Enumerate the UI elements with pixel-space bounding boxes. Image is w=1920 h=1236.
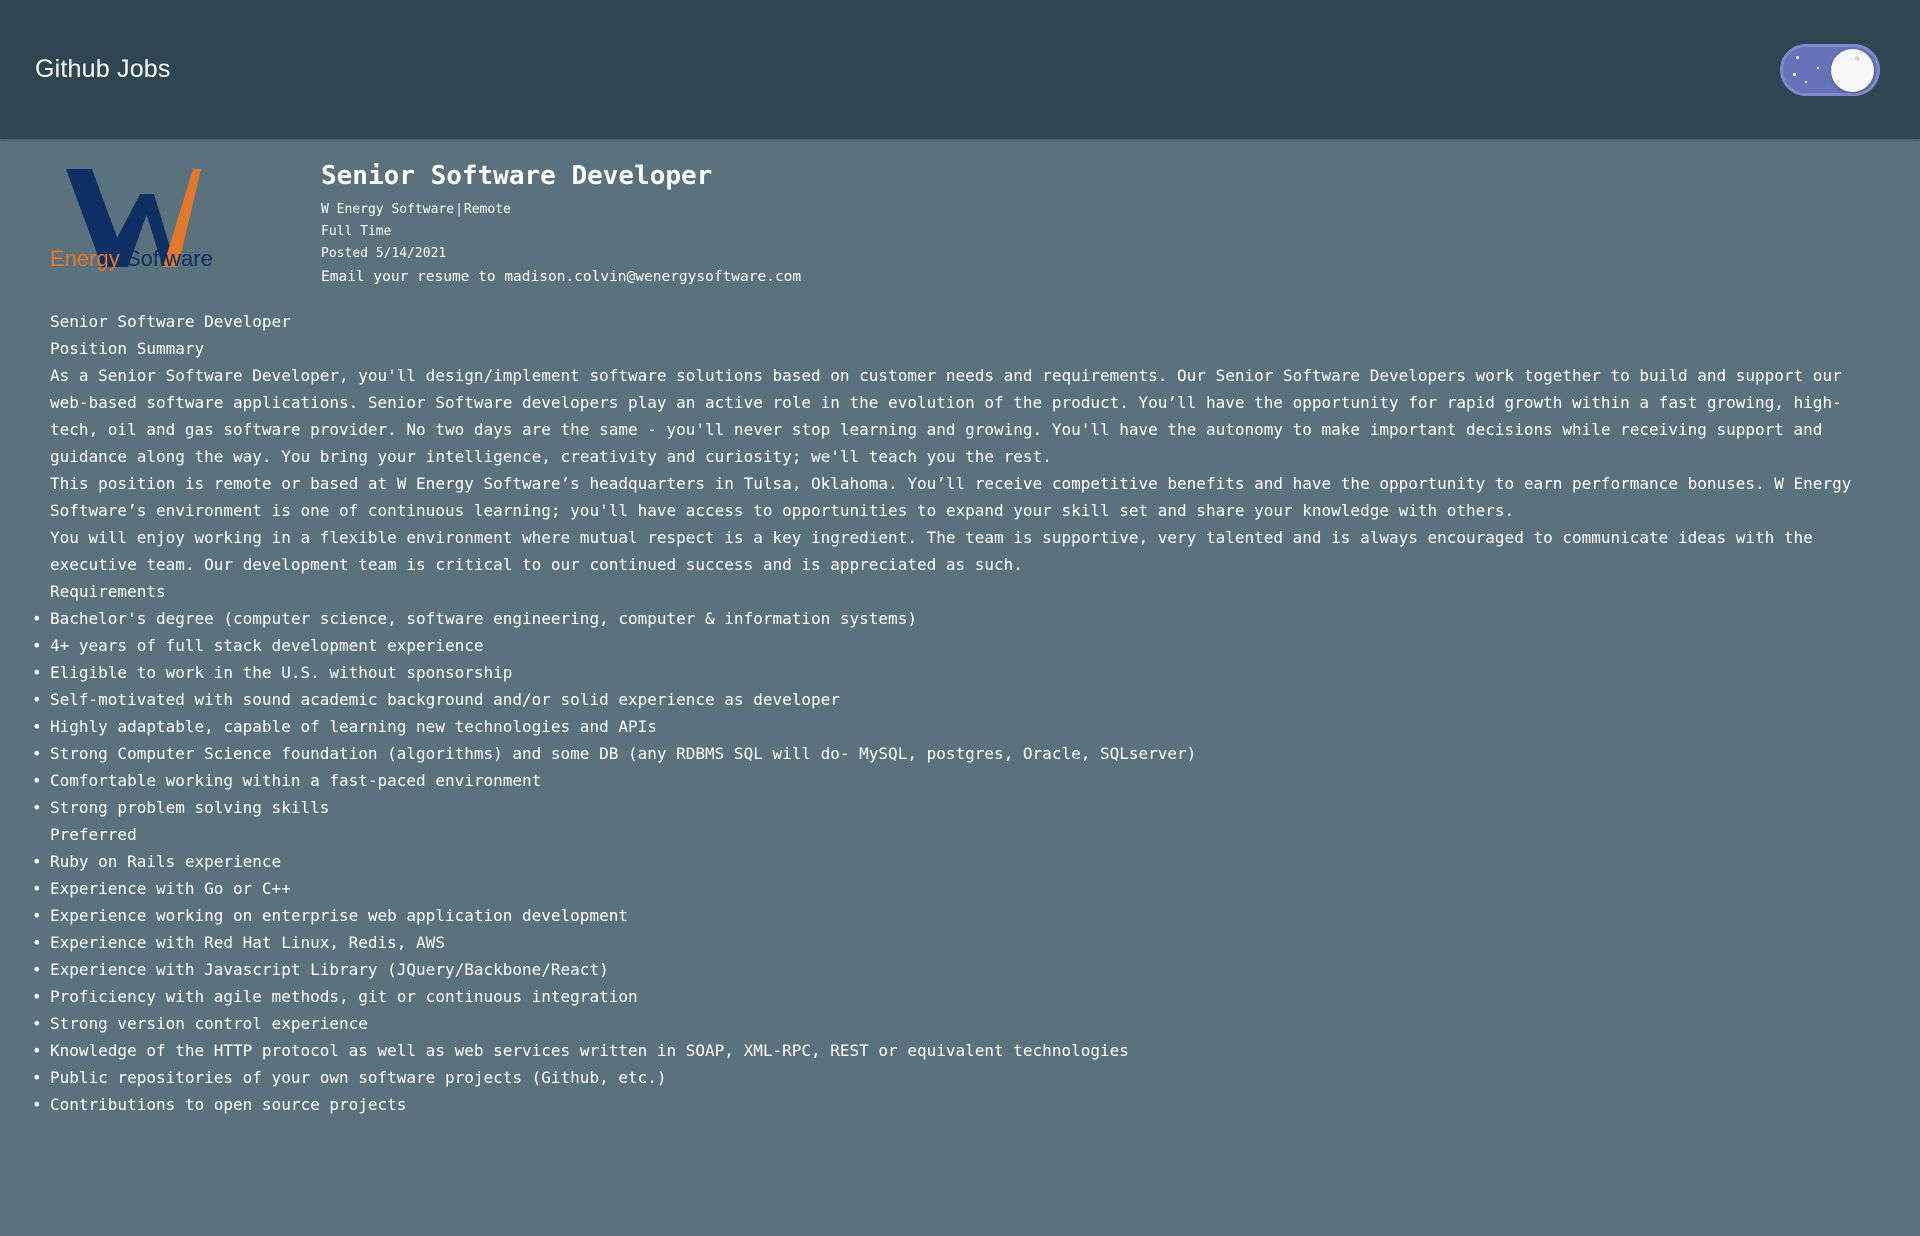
- star-icon: [1796, 55, 1799, 59]
- list-item: Contributions to open source projects: [32, 1091, 1884, 1118]
- posted-date: Posted 5/14/2021: [321, 246, 447, 261]
- list-item: Experience with Go or C++: [32, 875, 1884, 902]
- list-item: Strong Computer Science foundation (algo…: [32, 740, 1884, 767]
- list-item: Ruby on Rails experience: [32, 848, 1884, 875]
- job-detail: Energy Software Senior Software Develope…: [0, 139, 1920, 1118]
- star-icon: [1805, 80, 1807, 83]
- list-item: Experience with Red Hat Linux, Redis, AW…: [32, 929, 1884, 956]
- list-item: Experience working on enterprise web app…: [32, 902, 1884, 929]
- company-name: W Energy Software: [321, 202, 455, 217]
- job-meta: Senior Software Developer W Energy Softw…: [321, 159, 801, 290]
- theme-toggle[interactable]: [1780, 43, 1880, 96]
- requirements-heading: Requirements: [50, 582, 166, 601]
- description-paragraph: You will enjoy working in a flexible env…: [50, 528, 1813, 574]
- list-item: Highly adaptable, capable of learning ne…: [32, 713, 1884, 740]
- job-header: Energy Software Senior Software Develope…: [50, 159, 1884, 290]
- description-paragraph: As a Senior Software Developer, you'll d…: [50, 366, 1842, 466]
- moon-icon: [1831, 48, 1874, 92]
- star-icon: [1793, 72, 1796, 76]
- description-title: Senior Software Developer: [50, 312, 291, 331]
- list-item: 4+ years of full stack development exper…: [32, 632, 1884, 659]
- position-summary-heading: Position Summary: [50, 339, 205, 358]
- list-item: Bachelor's degree (computer science, sof…: [32, 605, 1884, 632]
- job-description: Senior Software Developer Position Summa…: [32, 308, 1884, 1118]
- list-item: Knowledge of the HTTP protocol as well a…: [32, 1037, 1884, 1064]
- job-title: Senior Software Developer: [321, 161, 713, 191]
- svg-text:Software: Software: [126, 246, 213, 271]
- separator: |: [455, 202, 463, 217]
- how-to-apply: Email your resume to madison.colvin@wene…: [321, 269, 802, 285]
- preferred-heading: Preferred: [50, 825, 137, 844]
- list-item: Self-motivated with sound academic backg…: [32, 686, 1884, 713]
- list-item: Experience with Javascript Library (JQue…: [32, 956, 1884, 983]
- app-title[interactable]: Github Jobs: [35, 55, 171, 84]
- list-item: Strong version control experience: [32, 1010, 1884, 1037]
- list-item: Public repositories of your own software…: [32, 1064, 1884, 1091]
- job-location: Remote: [463, 202, 511, 217]
- svg-text:Energy: Energy: [50, 246, 120, 271]
- preferred-list: Ruby on Rails experience Experience with…: [32, 848, 1884, 1118]
- company-location: W Energy Software|Remote: [321, 199, 801, 221]
- requirements-list: Bachelor's degree (computer science, sof…: [32, 605, 1884, 821]
- list-item: Comfortable working within a fast-paced …: [32, 767, 1884, 794]
- list-item: Strong problem solving skills: [32, 794, 1884, 821]
- job-type: Full Time: [321, 224, 392, 239]
- list-item: Proficiency with agile methods, git or c…: [32, 983, 1884, 1010]
- list-item: Eligible to work in the U.S. without spo…: [32, 659, 1884, 686]
- company-logo: Energy Software: [50, 159, 255, 287]
- star-icon: [1817, 66, 1819, 69]
- app-header: Github Jobs: [0, 0, 1920, 139]
- description-paragraph: This position is remote or based at W En…: [50, 474, 1852, 520]
